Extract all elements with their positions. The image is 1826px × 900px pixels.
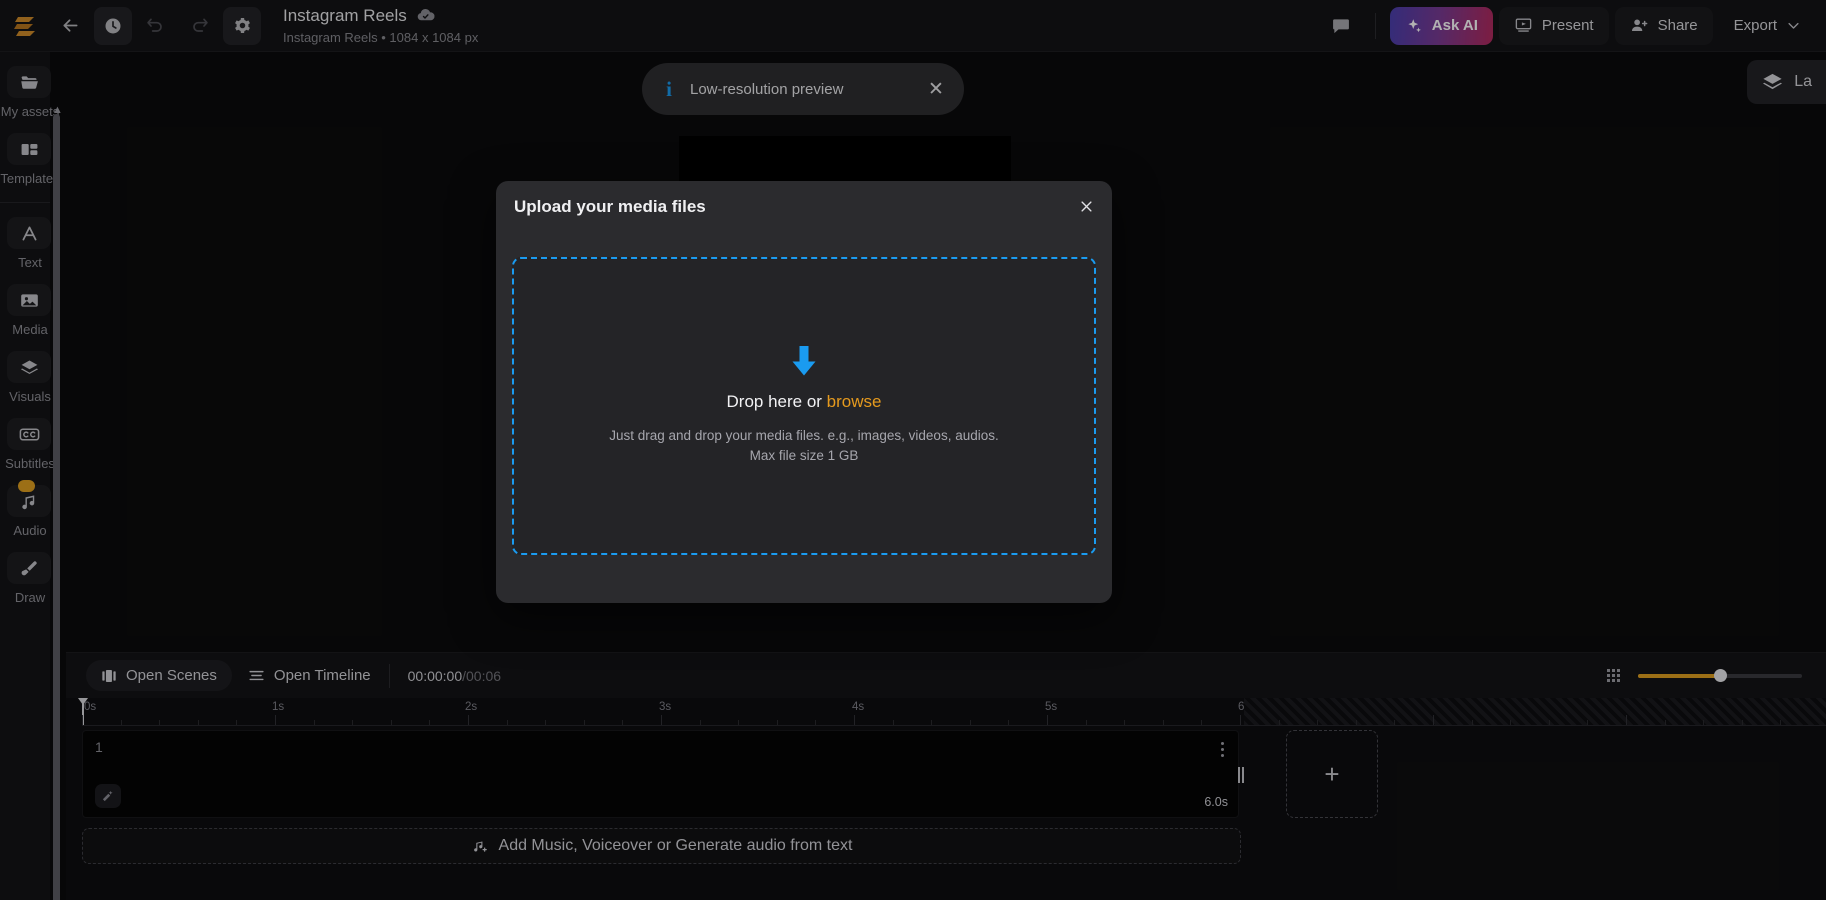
modal-title: Upload your media files [514,197,706,216]
upload-media-modal: Upload your media files Drop here or bro… [496,181,1112,603]
dropzone-main-text: Drop here or browse [727,392,882,412]
dropzone-hint: Just drag and drop your media files. e.g… [609,426,998,466]
close-icon[interactable] [1073,193,1099,219]
drop-prefix: Drop here or [726,392,827,411]
dropzone-hint-line2: Max file size 1 GB [749,448,859,463]
download-arrow-icon [791,346,817,376]
browse-link[interactable]: browse [827,392,882,411]
file-dropzone[interactable]: Drop here or browse Just drag and drop y… [512,257,1096,555]
dropzone-hint-line1: Just drag and drop your media files. e.g… [609,428,999,443]
